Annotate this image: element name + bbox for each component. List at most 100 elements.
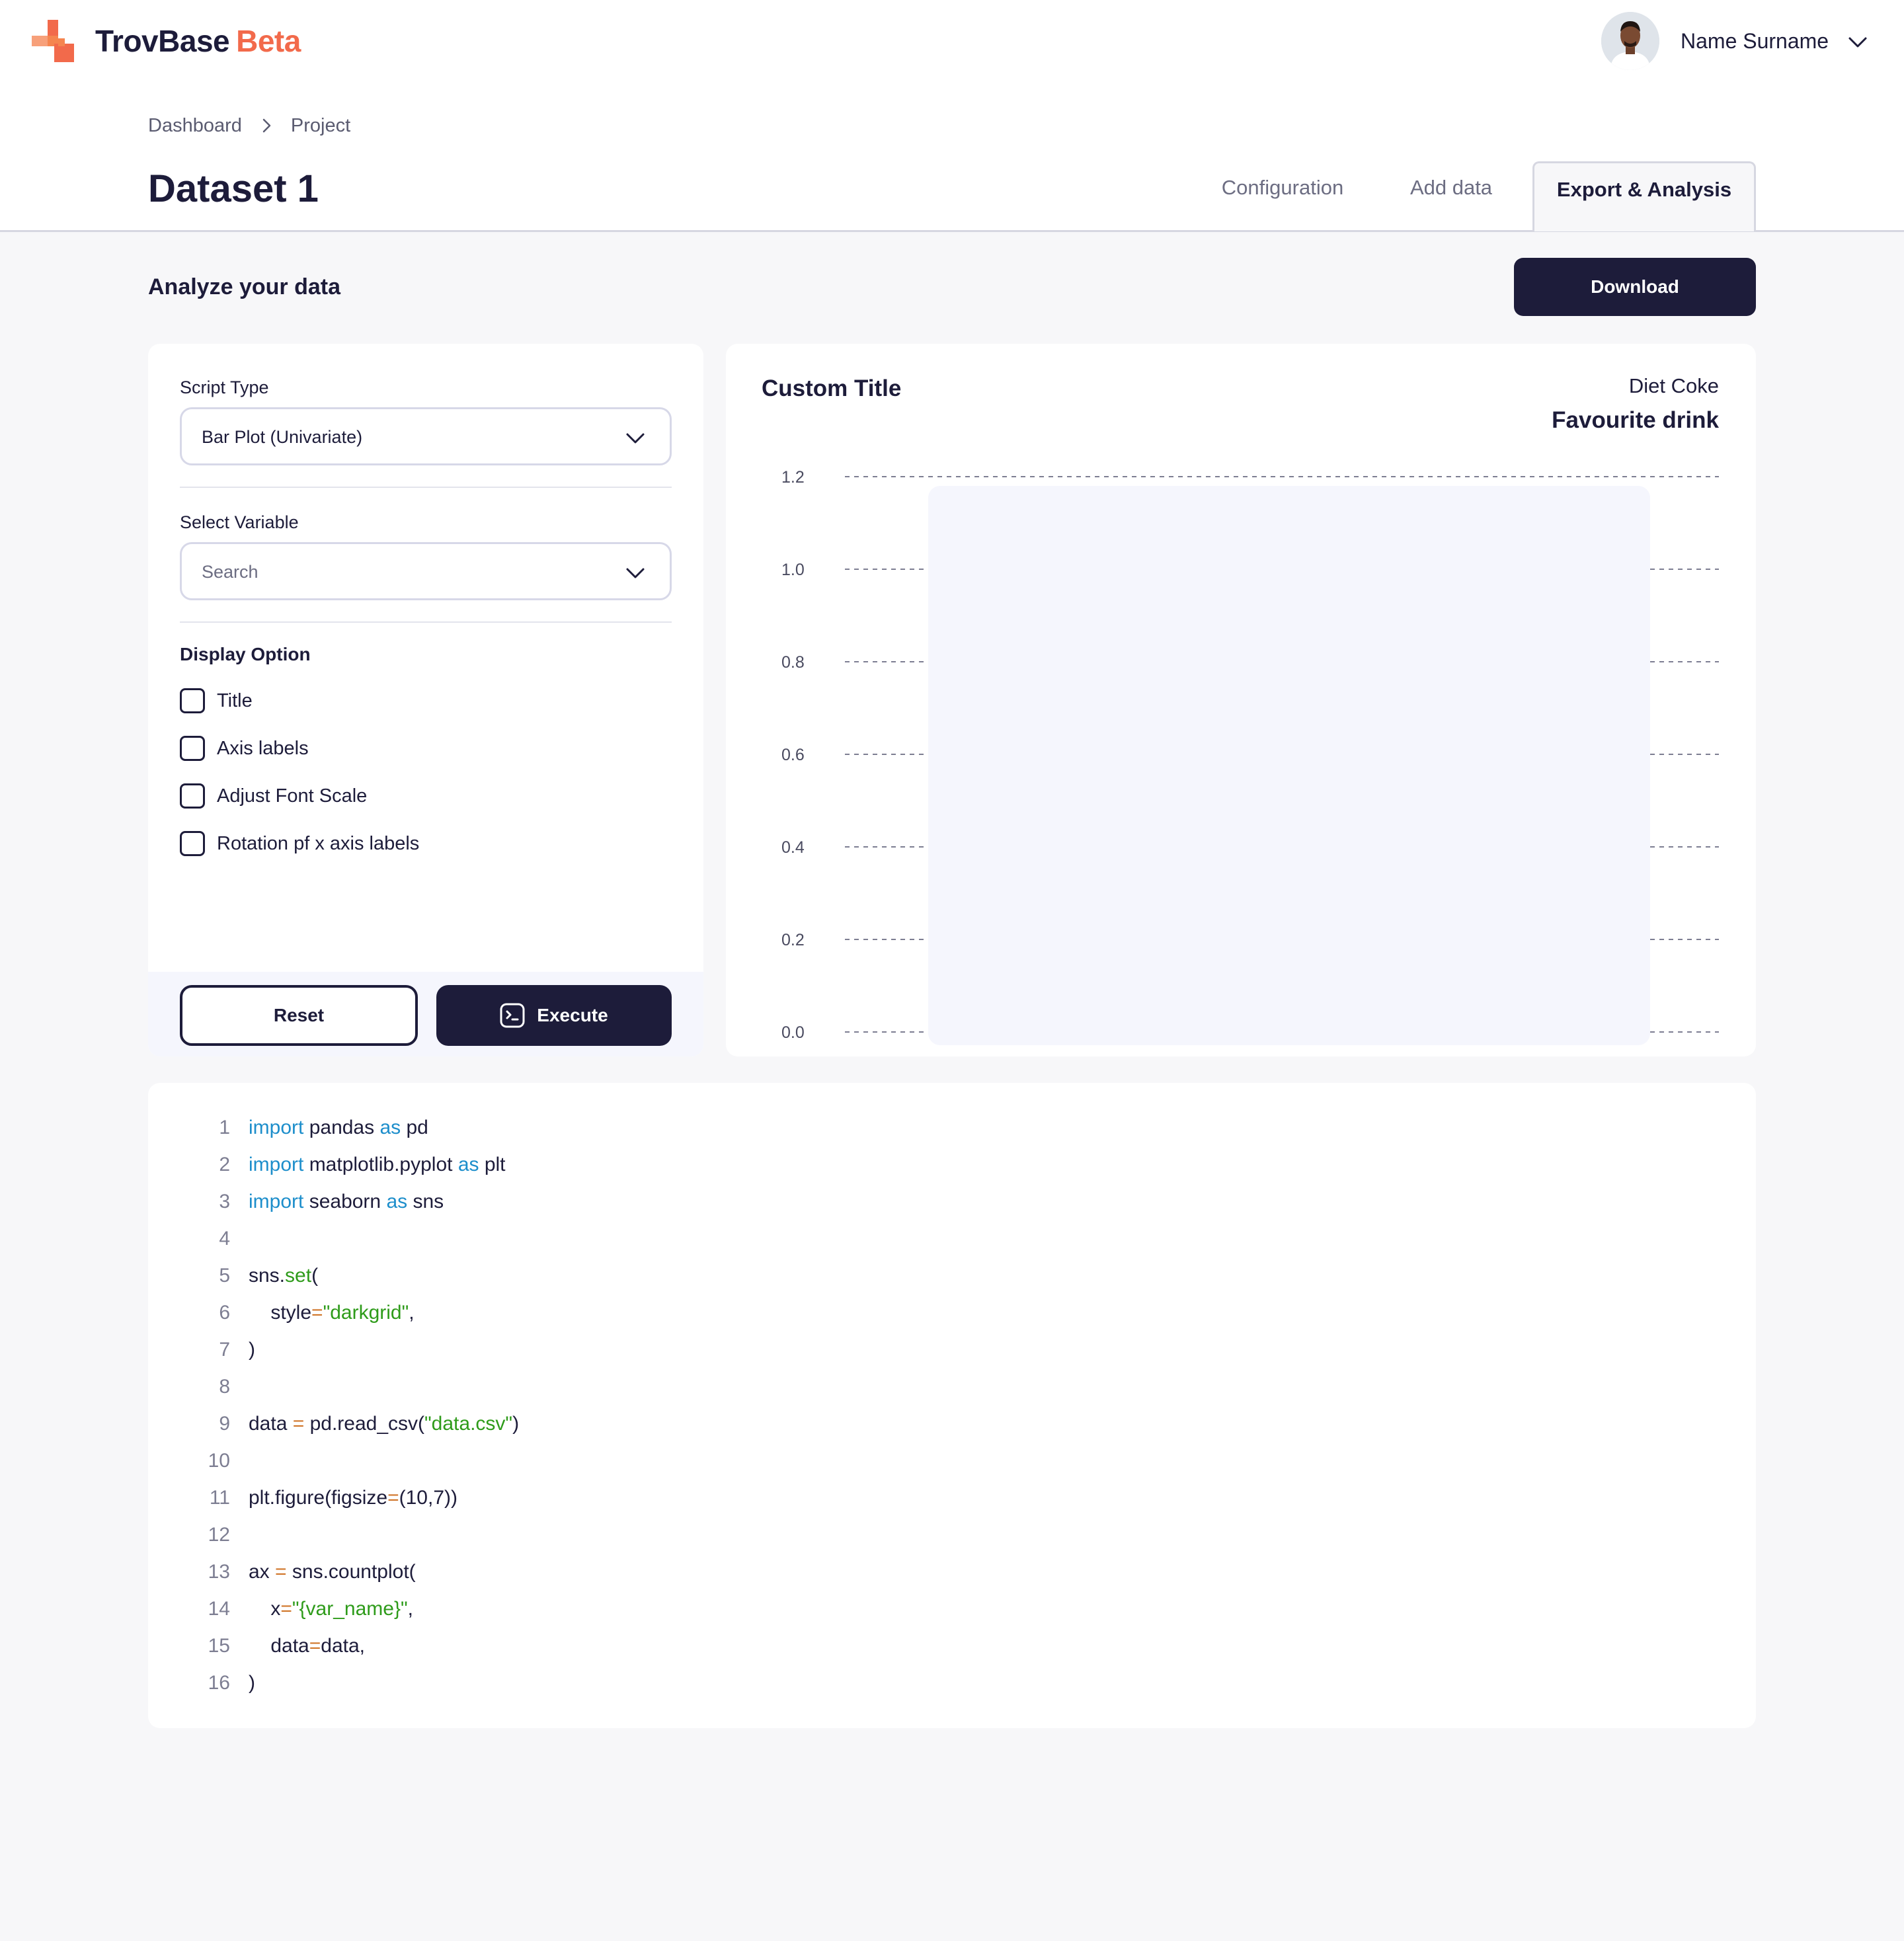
script-type-select[interactable]: Bar Plot (Univariate) (180, 407, 672, 465)
checkbox[interactable] (180, 831, 205, 856)
code-token: x (249, 1598, 281, 1620)
code-token: ax (249, 1561, 276, 1583)
divider (180, 621, 672, 623)
execute-label: Execute (537, 1005, 608, 1025)
code-token: ) (512, 1413, 520, 1435)
select-variable-label: Select Variable (180, 512, 299, 532)
code-token: data (249, 1635, 309, 1657)
line-number: 16 (208, 1672, 230, 1694)
code-token: sns. (249, 1265, 286, 1287)
code-line: 7) (201, 1331, 519, 1368)
option-label: Title (217, 690, 253, 711)
script-type-value: Bar Plot (Univariate) (202, 427, 363, 447)
script-type-label: Script Type (180, 377, 269, 397)
reset-button[interactable]: Reset (180, 985, 418, 1046)
code-text: sns.set( (249, 1257, 318, 1294)
code-text: data = pd.read_csv("data.csv") (249, 1406, 519, 1443)
breadcrumb-dashboard[interactable]: Dashboard (148, 108, 242, 143)
code-token: ) (249, 1672, 255, 1694)
code-line: 8 (201, 1368, 519, 1406)
code-line: 11 plt.figure(figsize=(10,7)) (201, 1480, 519, 1517)
code-panel: 1 import pandas as pd 2 import matplotlib.p… (148, 1083, 1756, 1728)
option-axis-labels[interactable]: Axis labels (180, 734, 309, 763)
checkbox[interactable] (180, 783, 205, 809)
chevron-down-icon (626, 433, 645, 444)
line-number: 13 (208, 1561, 230, 1583)
code-token: (10,7)) (399, 1487, 457, 1509)
y-tick-label: 0.6 (781, 746, 805, 764)
code-token: "darkgrid" (323, 1302, 409, 1324)
code-token: pd.read_csv( (304, 1413, 425, 1435)
code-token: style (249, 1302, 312, 1324)
option-title[interactable]: Title (180, 686, 253, 715)
chart-panel: 0.0 0.2 0.4 0.6 0.8 1.0 1.2 Custom Title Diet … (726, 344, 1756, 1056)
code-token: import (249, 1191, 304, 1212)
line-number: 12 (208, 1524, 230, 1546)
bar[interactable] (928, 486, 1650, 1045)
checkbox[interactable] (180, 688, 205, 713)
line-number: 5 (219, 1265, 230, 1287)
section-title: Analyze your data (148, 274, 340, 299)
user-photo-icon (1601, 12, 1659, 70)
code-token: = (311, 1302, 323, 1324)
code-token: seaborn (303, 1191, 387, 1212)
user-name[interactable]: Name Surname (1681, 24, 1829, 58)
code-line: 1 import pandas as pd (201, 1109, 519, 1146)
brand-name[interactable]: TrovBase Beta (95, 20, 301, 62)
line-number: 1 (219, 1117, 230, 1138)
script-options-panel: Script Type Bar Plot (Univariate) Select… (148, 344, 703, 1056)
code-editor[interactable]: 1 import pandas as pd 2 import matplotlib.p… (201, 1109, 519, 1702)
code-token: as (379, 1117, 401, 1138)
tab-configuration[interactable]: Configuration (1203, 161, 1362, 230)
code-text: data=data, (249, 1628, 365, 1665)
code-text: import pandas as pd (249, 1109, 428, 1146)
execute-button[interactable]: Execute (436, 985, 672, 1046)
code-token: as (457, 1154, 479, 1175)
chevron-down-icon[interactable] (1844, 29, 1871, 56)
option-adjust-font-scale[interactable]: Adjust Font Scale (180, 781, 367, 811)
breadcrumb-project[interactable]: Project (291, 108, 350, 143)
code-token: = (292, 1413, 305, 1435)
avatar[interactable] (1601, 12, 1659, 70)
y-tick-label: 1.0 (781, 561, 805, 579)
option-label: Axis labels (217, 738, 309, 759)
code-token: as (386, 1191, 408, 1212)
line-number: 11 (209, 1487, 230, 1509)
code-token: set (285, 1265, 312, 1287)
line-number: 4 (219, 1228, 230, 1249)
tab-export-analysis[interactable]: Export & Analysis (1532, 161, 1756, 231)
code-token: = (280, 1598, 292, 1620)
code-line: 2 import matplotlib.pyplot as plt (201, 1146, 519, 1183)
code-text: import matplotlib.pyplot as plt (249, 1146, 506, 1183)
code-token: , (409, 1302, 415, 1324)
chart-title: Custom Title (762, 376, 902, 401)
line-number: 6 (219, 1302, 230, 1324)
tab-add-data[interactable]: Add data (1395, 161, 1507, 230)
legend-entry: Diet Coke (1628, 374, 1719, 397)
code-line: 3 import seaborn as sns (201, 1183, 519, 1220)
code-token: pd (401, 1117, 428, 1138)
code-line: 13 ax = sns.countplot( (201, 1554, 519, 1591)
y-tick-label: 1.2 (781, 468, 805, 487)
code-text: import seaborn as sns (249, 1183, 444, 1220)
code-token: , (407, 1598, 413, 1620)
option-rotation-x-labels[interactable]: Rotation pf x axis labels (180, 829, 419, 858)
option-label: Rotation pf x axis labels (217, 833, 420, 854)
y-tick-label: 0.8 (781, 653, 805, 672)
variable-search-select[interactable]: Search (180, 542, 672, 600)
code-token: data (249, 1413, 293, 1435)
beta-badge: Beta (236, 24, 301, 58)
checkbox[interactable] (180, 736, 205, 761)
code-token: sns (407, 1191, 444, 1212)
code-text: style="darkgrid", (249, 1294, 415, 1331)
code-token: = (309, 1635, 321, 1657)
code-line: 14 x="{var_name}", (201, 1591, 519, 1628)
download-button[interactable]: Download (1514, 258, 1756, 316)
legend-title: Favourite drink (1552, 407, 1719, 433)
code-token: pandas (303, 1117, 380, 1138)
code-token: = (275, 1561, 287, 1583)
reset-label: Reset (273, 1005, 325, 1025)
trovbase-logo-icon[interactable] (32, 20, 74, 62)
line-number: 14 (208, 1598, 230, 1620)
line-number: 7 (219, 1339, 230, 1361)
